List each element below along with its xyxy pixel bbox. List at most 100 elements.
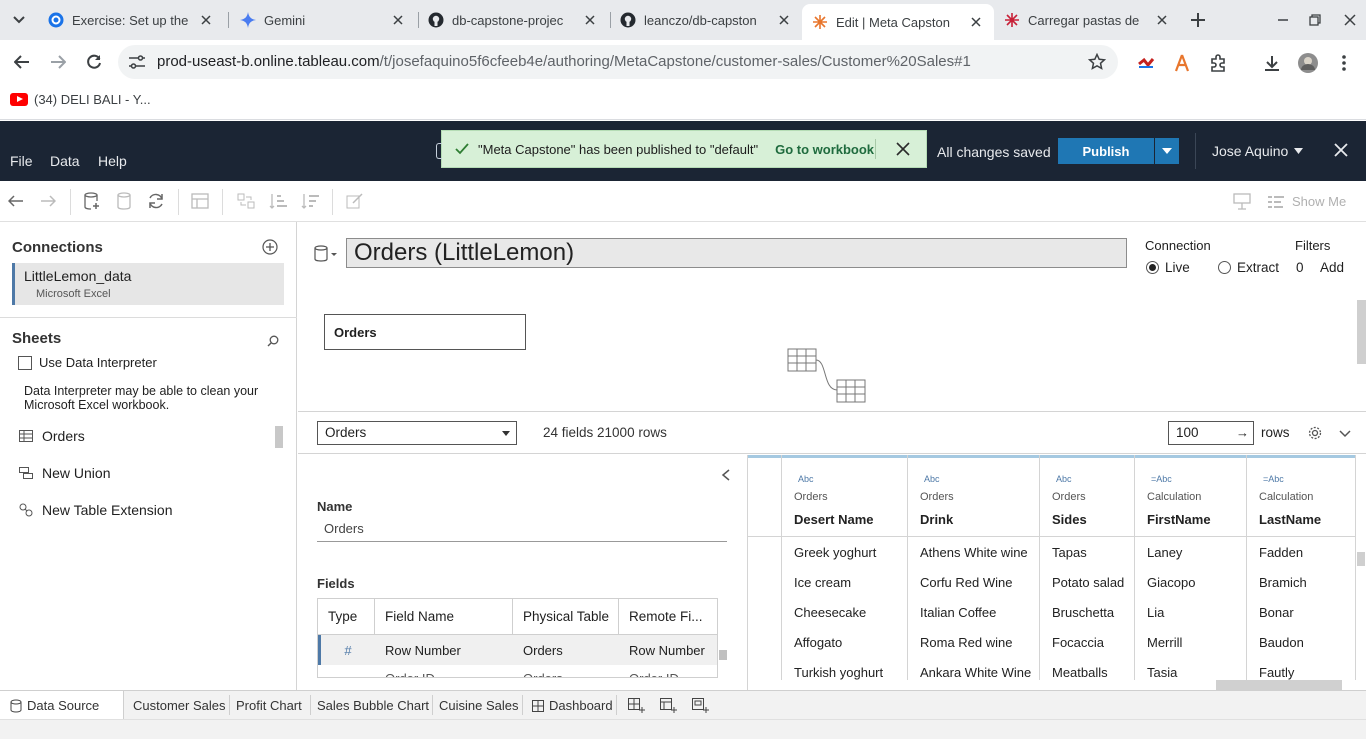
radio-button[interactable] — [1146, 261, 1159, 274]
grid-column[interactable]: =Abc Calculation FirstName Laney Giacopo… — [1135, 455, 1247, 680]
undo-button[interactable] — [6, 191, 26, 211]
rows-input[interactable]: 100 → — [1168, 421, 1254, 445]
new-dashboard-button[interactable] — [654, 691, 684, 720]
back-button[interactable] — [10, 50, 34, 74]
sheet-item-new-table-extension[interactable]: New Table Extension — [18, 502, 172, 518]
column-header[interactable]: Field Name — [375, 599, 513, 635]
new-worksheet-button[interactable] — [622, 691, 652, 720]
presentation-button[interactable] — [1232, 191, 1252, 211]
new-story-button[interactable] — [686, 691, 716, 720]
go-to-workbook-link[interactable]: Go to workbook — [775, 142, 874, 157]
type-icon[interactable] — [318, 665, 375, 677]
refresh-button[interactable] — [146, 191, 166, 211]
radio-button[interactable] — [1218, 261, 1231, 274]
sort-descending-button[interactable] — [300, 191, 320, 211]
forward-button[interactable] — [46, 50, 70, 74]
address-bar[interactable]: prod-useast-b.online.tableau.com/t/josef… — [118, 45, 1118, 79]
close-editor-icon[interactable] — [1333, 142, 1349, 158]
column-header[interactable]: Remote Fi... — [619, 599, 717, 635]
table-select[interactable]: Orders — [317, 421, 517, 445]
calculated-string-icon[interactable]: =Abc — [1151, 474, 1246, 484]
publish-button[interactable]: Publish — [1058, 138, 1154, 164]
redo-button[interactable] — [38, 191, 58, 211]
arrow-right-icon[interactable]: → — [1236, 425, 1249, 440]
grid-horizontal-scrollbar[interactable] — [1216, 680, 1342, 690]
extract-radio[interactable]: Extract — [1218, 260, 1279, 275]
checkbox[interactable] — [18, 355, 32, 370]
table-row[interactable]: Order ID Orders Order ID — [318, 665, 717, 677]
grid-column[interactable]: Abc Orders Drink Athens White wine Corfu… — [908, 455, 1040, 680]
sheet-item-orders[interactable]: Orders — [18, 428, 85, 444]
string-type-icon[interactable]: Abc — [924, 474, 1039, 484]
menu-help[interactable]: Help — [98, 153, 127, 169]
sidebar-scrollbar[interactable] — [275, 426, 283, 448]
browser-tab[interactable]: db-capstone-projec — [418, 4, 608, 36]
minimize-button[interactable] — [1273, 10, 1293, 30]
restore-button[interactable] — [1305, 10, 1325, 30]
grid-column[interactable]: Abc Orders Sides Tapas Potato salad Brus… — [1040, 455, 1135, 680]
grid-column[interactable]: Abc Orders Desert Name Greek yoghurt Ice… — [782, 455, 908, 680]
bookmark-item[interactable]: (34) DELI BALI - Y... — [10, 92, 151, 107]
add-filter-link[interactable]: Add — [1320, 260, 1344, 275]
avatar[interactable] — [1298, 53, 1318, 73]
column-header[interactable]: Type — [318, 599, 375, 635]
sheet-item-new-union[interactable]: New Union — [18, 465, 110, 481]
calculated-string-icon[interactable]: =Abc — [1263, 474, 1355, 484]
close-tab-icon[interactable] — [968, 14, 984, 30]
tab-sales-bubble-chart[interactable]: Sales Bubble Chart — [311, 691, 435, 720]
reload-button[interactable] — [82, 50, 106, 74]
highlight-button[interactable] — [345, 191, 365, 211]
menu-file[interactable]: File — [10, 153, 33, 169]
swap-button[interactable] — [190, 191, 210, 211]
search-icon[interactable] — [267, 335, 279, 347]
close-icon[interactable] — [896, 142, 910, 156]
tab-data-source[interactable]: Data Source — [0, 691, 124, 720]
column-header[interactable]: Abc Orders Sides — [1040, 455, 1134, 537]
browser-tab[interactable]: Gemini — [230, 4, 416, 36]
download-icon[interactable] — [1262, 53, 1282, 73]
sort-ascending-button[interactable] — [268, 191, 288, 211]
table-name-field[interactable]: Orders — [317, 518, 727, 542]
column-header[interactable]: Abc Orders Desert Name — [782, 455, 907, 537]
column-header[interactable]: =Abc Calculation FirstName — [1135, 455, 1246, 537]
chevron-left-icon[interactable] — [720, 468, 732, 482]
new-tab-button[interactable] — [1188, 10, 1208, 30]
new-datasource-button[interactable] — [82, 191, 102, 211]
tab-profit-chart[interactable]: Profit Chart — [230, 691, 308, 720]
extensions-puzzle-icon[interactable] — [1208, 53, 1228, 73]
column-header[interactable]: Physical Table — [513, 599, 619, 635]
table-tile[interactable]: Orders — [324, 314, 526, 350]
live-radio[interactable]: Live — [1146, 260, 1190, 275]
browser-tab-active[interactable]: Edit | Meta Capston — [802, 4, 994, 40]
close-tab-icon[interactable] — [390, 12, 406, 28]
connection-item[interactable]: LittleLemon_data Microsoft Excel — [12, 263, 284, 305]
string-type-icon[interactable]: Abc — [798, 474, 907, 484]
column-header[interactable]: Abc Orders Drink — [908, 455, 1039, 537]
grid-column[interactable]: =Abc Calculation LastName Fadden Bramich… — [1247, 455, 1356, 680]
pause-updates-button[interactable] — [114, 191, 134, 211]
close-window-button[interactable] — [1340, 10, 1360, 30]
tab-cuisine-sales[interactable]: Cuisine Sales — [433, 691, 525, 720]
tab-search-button[interactable] — [8, 8, 30, 32]
close-tab-icon[interactable] — [582, 12, 598, 28]
use-data-interpreter-checkbox[interactable]: Use Data Interpreter — [18, 355, 157, 370]
close-tab-icon[interactable] — [776, 12, 792, 28]
table-row[interactable]: # Row Number Orders Row Number — [318, 635, 717, 665]
datasource-title[interactable]: Orders (LittleLemon) — [346, 238, 1127, 268]
menu-data[interactable]: Data — [50, 153, 80, 169]
canvas-scrollbar[interactable] — [1357, 300, 1366, 364]
show-me-button[interactable]: Show Me — [1268, 194, 1346, 209]
bookmark-star-icon[interactable] — [1088, 53, 1106, 71]
browser-tab[interactable]: leanczo/db-capston — [610, 4, 802, 36]
tab-customer-sales[interactable]: Customer Sales — [127, 691, 231, 720]
chevron-down-icon[interactable] — [1338, 426, 1352, 440]
grid-vertical-scrollbar[interactable] — [1357, 552, 1365, 566]
browser-menu-icon[interactable] — [1334, 53, 1354, 73]
column-header[interactable]: =Abc Calculation LastName — [1247, 455, 1355, 537]
close-tab-icon[interactable] — [198, 12, 214, 28]
publish-options-button[interactable] — [1155, 138, 1179, 164]
tab-dashboard[interactable]: Dashboard — [526, 691, 619, 720]
extension-icon[interactable] — [1172, 53, 1192, 73]
close-tab-icon[interactable] — [1154, 12, 1170, 28]
browser-tab[interactable]: Carregar pastas de — [994, 4, 1180, 36]
